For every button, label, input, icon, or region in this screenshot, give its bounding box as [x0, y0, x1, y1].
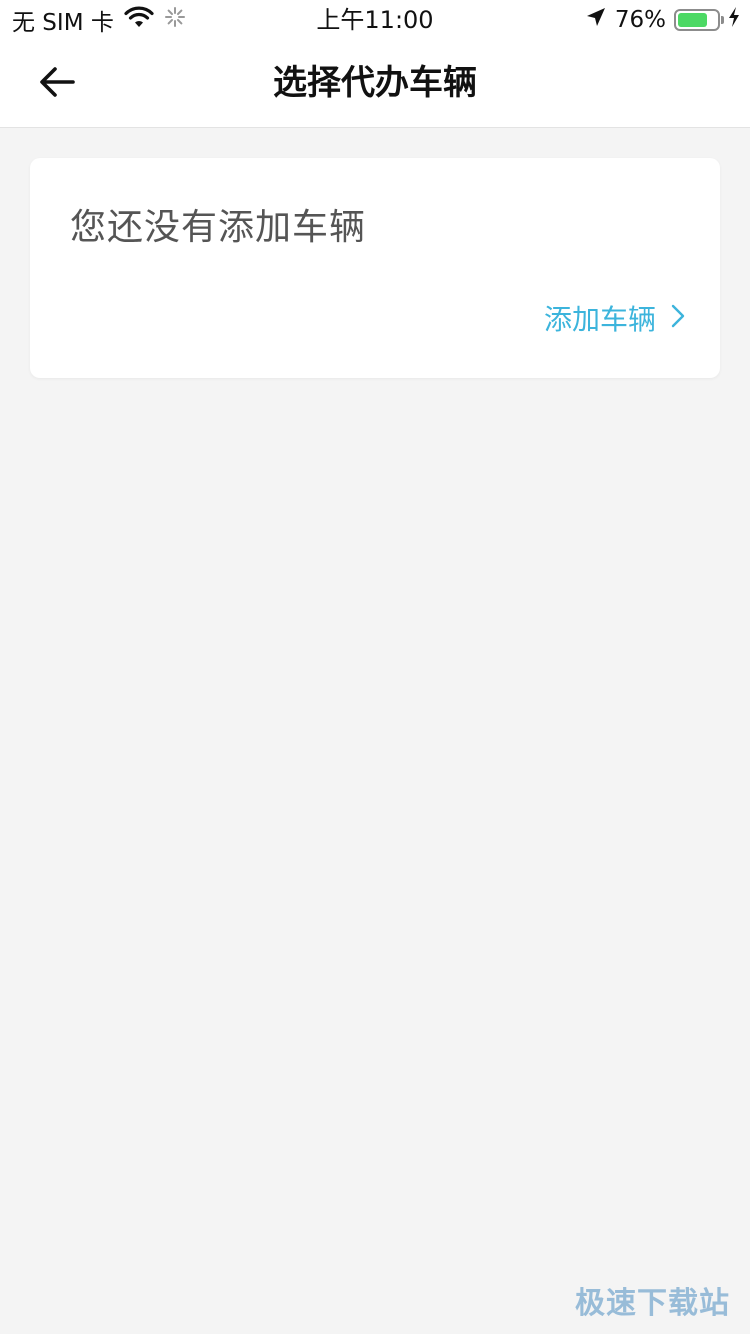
battery-cap — [721, 16, 724, 24]
add-vehicle-link[interactable]: 添加车辆 — [544, 298, 686, 338]
location-arrow-icon — [585, 6, 607, 34]
page-title: 选择代办车辆 — [273, 63, 477, 103]
empty-vehicle-card: 您还没有添加车辆 添加车辆 — [30, 158, 720, 378]
status-bar: 无 SIM 卡 上午11:00 76% — [0, 0, 750, 40]
empty-state-message: 您还没有添加车辆 — [70, 207, 367, 248]
watermark-text: 极速下载站 — [575, 1286, 730, 1321]
battery-icon — [674, 9, 724, 31]
battery-percent: 76% — [614, 7, 666, 33]
nav-bar: 选择代办车辆 — [0, 40, 750, 128]
battery-level-fill — [678, 13, 707, 27]
chevron-right-icon — [670, 303, 686, 333]
charging-bolt-icon — [728, 6, 740, 34]
status-right: 76% — [585, 4, 740, 36]
screen: 无 SIM 卡 上午11:00 76% 选择代办车辆 您还没有添加车辆 添加车辆… — [0, 0, 750, 1334]
add-vehicle-label: 添加车辆 — [543, 303, 656, 336]
